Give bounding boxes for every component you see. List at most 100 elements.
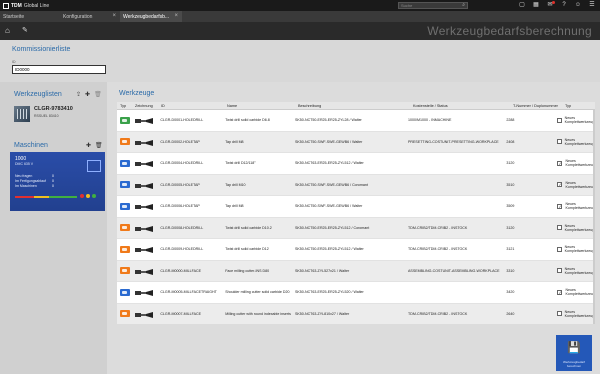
close-icon[interactable]: × [174, 13, 178, 19]
machines-actions: ✚ 🗑 [86, 142, 103, 149]
home-icon[interactable]: ⌂ [5, 27, 13, 35]
number-cell: 2640 [506, 311, 515, 316]
number-cell: 3121 [506, 247, 515, 252]
col-name[interactable]: Name [227, 104, 298, 108]
row-checkbox[interactable]: ✓ [557, 182, 563, 188]
number-cell: 3120 [506, 161, 515, 166]
add-icon[interactable]: ✚ [85, 91, 90, 98]
tab-startseite[interactable]: Startseite [0, 11, 60, 22]
col-description[interactable]: Beschreibung [298, 104, 413, 108]
tool-type-icon [120, 267, 130, 275]
row-checkbox[interactable] [557, 268, 562, 274]
toollist-item[interactable]: CLGR-9783410 RSSUEL 83410 [14, 106, 94, 122]
window-icon[interactable]: ▢ [518, 1, 526, 9]
kind-cell: ✓ Neues Komplettwerkzeug [557, 159, 595, 167]
delete-icon[interactable]: 🗑 [95, 142, 103, 149]
name-cell: Twist drill solid carbide D12 [225, 247, 269, 252]
add-icon[interactable]: ✚ [86, 142, 91, 149]
col-kind[interactable]: Typ [565, 104, 595, 108]
type-cell [117, 310, 135, 318]
description-cell: SK50-NCT50-ER25-ER25-ZYL28 / Walter [294, 118, 362, 123]
row-checkbox[interactable]: ✓ [557, 203, 563, 209]
row-checkbox[interactable] [557, 117, 562, 123]
table-row[interactable]: CLGR-M0000-MILLFACE Face milling cutter-I… [117, 260, 595, 282]
search-icon[interactable]: ⌕ [462, 3, 465, 8]
tab-konfiguration[interactable]: Konfiguration × [60, 11, 120, 22]
tool-type-icon [120, 310, 130, 318]
description-cell: SK50-NCT50-ER25-ER25-ZYL512 / Walter [294, 247, 364, 252]
tool-type-icon [120, 245, 130, 253]
machine-card[interactable]: 1000 DMC 635 V Neu fragen 0 Im Fertigung… [10, 152, 105, 211]
col-number[interactable]: T-Nummer / Duplonummer [513, 104, 565, 108]
close-icon[interactable]: × [112, 13, 116, 19]
upload-icon[interactable]: ⇪ [76, 91, 81, 98]
name-cell: Twist drill D12/118° [225, 161, 256, 166]
type-cell [117, 202, 135, 210]
drawing-cell [134, 225, 161, 232]
name-cell: Tap drill M8 [225, 139, 244, 144]
row-checkbox[interactable] [557, 225, 562, 231]
table-row[interactable]: CLGR-D0008-HOLEDRILL Twist drill solid ca… [117, 217, 595, 239]
location-cell: TDM-CRIB2/TDM-CRIB2 - INSTOCK [408, 225, 468, 230]
help-icon[interactable]: ? [560, 1, 568, 9]
row-checkbox[interactable] [557, 139, 562, 145]
tab-werkzeugbedarf[interactable]: Werkzeugbedarfsb... × [120, 11, 182, 22]
machine-sub: DMC 635 V [15, 162, 34, 166]
table-row[interactable]: CLGR-D0006-HOLETAP Tap drill M8 SK50-NCT50… [117, 196, 595, 218]
kind-cell: Neues Komplettwerkzeug [557, 116, 595, 124]
type-cell [117, 138, 135, 146]
description-cell: SK50-NCT63-ER25-ER25-ZYL512 / Walter [294, 161, 364, 166]
notification-icon[interactable]: ✉ [546, 1, 555, 9]
menu-icon[interactable]: ☰ [588, 1, 596, 9]
col-type[interactable]: Typ [117, 104, 135, 108]
kind-cell: Neues Komplettwerkzeug [557, 267, 595, 275]
number-cell: 3510 [506, 182, 515, 187]
search-input[interactable]: Suche ⌕ [398, 2, 468, 9]
row-checkbox[interactable]: ✓ [557, 160, 563, 166]
table-row[interactable]: CLGR-D0005-HOLETAP Tap drill M10 SK50-NCT5… [117, 174, 595, 196]
tool-drawing-icon [134, 311, 153, 318]
drawing-cell [134, 289, 161, 297]
table-row[interactable]: CLGR-M0005-MILLFACETRAIGHT Shoulder milli… [117, 282, 595, 304]
user-icon[interactable]: ☺ [574, 1, 582, 9]
table-header: Typ Zeichnung ID Name Beschreibung Koste… [117, 102, 595, 110]
tab-label: Konfiguration [63, 14, 93, 20]
grid-icon[interactable]: ▦ [532, 1, 540, 9]
tools-table: Typ Zeichnung ID Name Beschreibung Koste… [117, 102, 595, 324]
left-panel: Werkzeuglisten ⇪ ✚ 🗑 CLGR-9783410 RSSUEL… [0, 82, 107, 374]
location-cell: ASSEMBLING-COSTUNIT-ASSEMBLING-WORKPLACE [408, 268, 500, 273]
row-checkbox[interactable] [557, 311, 562, 317]
row-checkbox[interactable]: ✓ [557, 289, 563, 295]
row-checkbox[interactable] [557, 246, 562, 252]
kind-cell: Neues Komplettwerkzeug [557, 310, 595, 318]
machines-title: Maschinen [14, 142, 48, 149]
id-cell: CLGR-M0007-MILLFACE [160, 311, 202, 316]
kind-label: Neues Komplettwerkzeug [565, 180, 595, 189]
tool-drawing-icon [134, 182, 153, 189]
table-row[interactable]: CLGR-D0009-HOLEDRILL Twist drill solid ca… [117, 239, 595, 261]
table-row[interactable]: CLGR-D0002-HOLETAP Tap drill M8 SK50-NCT50… [117, 131, 595, 153]
id-cell: CLGR-D0008-HOLEDRILL [160, 225, 204, 230]
type-cell [117, 159, 135, 167]
drawing-cell [134, 117, 161, 125]
commission-title: Kommissionierliste [12, 46, 71, 53]
machine-val2: 0 [52, 179, 54, 183]
calculate-button[interactable]: 💾 Werkzeugbedarf berechnen [556, 335, 592, 371]
col-location[interactable]: Kostenstelle / Status [413, 104, 513, 108]
table-scrollbar[interactable] [593, 110, 595, 324]
number-cell: 2288 [506, 118, 515, 123]
wrench-icon[interactable]: ✎ [22, 27, 30, 35]
table-row[interactable]: CLGR-D0004-HOLEDRILL Twist drill D12/118°… [117, 153, 595, 175]
col-drawing[interactable]: Zeichnung [135, 104, 161, 108]
table-row[interactable]: CLGR-D0001-HOLEDRILL Twist drill solid ca… [117, 110, 595, 132]
table-body: CLGR-D0001-HOLEDRILL Twist drill solid ca… [117, 110, 595, 324]
col-id[interactable]: ID [161, 104, 227, 108]
id-cell: CLGR-M0005-MILLFACETRAIGHT [160, 290, 217, 295]
name-cell: Twist drill solid carbide D10.2 [225, 225, 272, 230]
commission-input[interactable] [12, 65, 106, 74]
table-row[interactable]: CLGR-M0007-MILLFACE Milling cutter with r… [117, 303, 595, 324]
delete-icon[interactable]: 🗑 [94, 91, 102, 98]
id-cell: CLGR-D0009-HOLEDRILL [160, 247, 204, 252]
machine-val1: 0 [52, 174, 54, 178]
toolbar: ⌂ ✎ Werkzeugbedarfsberechnung [0, 22, 600, 40]
